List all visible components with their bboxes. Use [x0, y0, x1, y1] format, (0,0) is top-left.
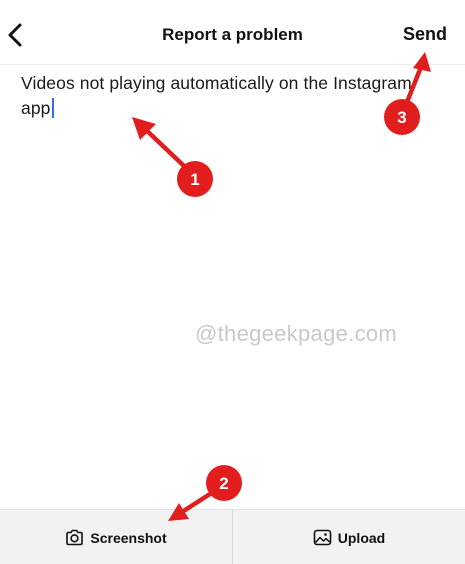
- annotation-badge-1-label: 1: [190, 170, 199, 189]
- upload-button[interactable]: Upload: [233, 510, 465, 564]
- upload-label: Upload: [337, 529, 386, 546]
- bottom-action-bar: Screenshot Upload: [0, 509, 465, 564]
- screenshot-button[interactable]: Screenshot: [0, 510, 232, 564]
- back-button[interactable]: [2, 18, 34, 52]
- annotation-badge-1: 1: [177, 161, 213, 197]
- annotation-arrow-1: [132, 117, 186, 168]
- annotation-badge-2-label: 2: [219, 474, 228, 493]
- screenshot-label: Screenshot: [90, 529, 167, 546]
- report-problem-screen: Report a problem Send Videos not playing…: [0, 0, 465, 564]
- header-bar: Report a problem Send: [0, 0, 465, 65]
- chevron-left-icon: [8, 23, 22, 47]
- image-icon: [313, 529, 332, 546]
- page-title: Report a problem: [162, 25, 303, 44]
- camera-icon: [66, 529, 84, 546]
- annotation-badge-2: 2: [206, 465, 242, 501]
- text-caret: [51, 98, 54, 118]
- report-text-value: Videos not playing automatically on the …: [21, 73, 412, 118]
- report-text-input[interactable]: Videos not playing automatically on the …: [21, 71, 441, 121]
- watermark: @thegeekpage.com: [195, 321, 398, 346]
- send-button[interactable]: Send: [403, 24, 447, 45]
